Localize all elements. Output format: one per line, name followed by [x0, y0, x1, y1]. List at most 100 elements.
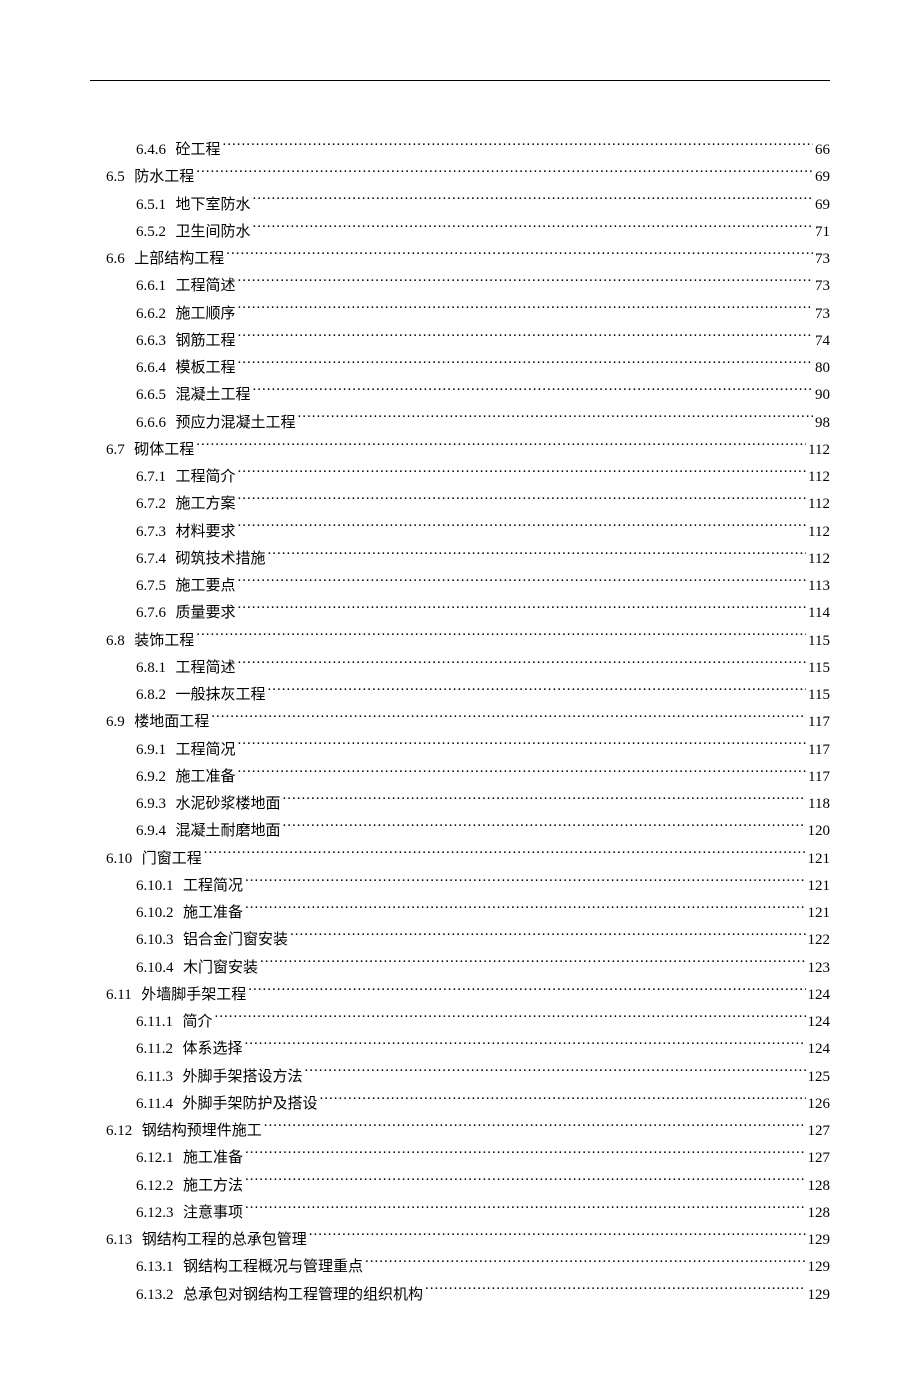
toc-leader — [253, 191, 813, 209]
toc-page-number: 74 — [815, 328, 830, 354]
toc-entry: 6.7 砌体工程112 — [90, 436, 830, 463]
toc-page-number: 117 — [808, 709, 830, 735]
toc-leader — [238, 518, 807, 536]
toc-number: 6.11 — [106, 982, 132, 1008]
toc-page-number: 115 — [808, 655, 830, 681]
toc-title: 体系选择 — [182, 1036, 242, 1062]
toc-entry: 6.13.2 总承包对钢结构工程管理的组织机构129 — [90, 1281, 830, 1308]
toc-title: 施工要点 — [176, 573, 236, 599]
toc-title: 钢结构工程概况与管理重点 — [183, 1254, 363, 1280]
toc-leader — [245, 1199, 805, 1217]
toc-title: 施工准备 — [176, 764, 236, 790]
toc-page-number: 114 — [808, 600, 830, 626]
toc-number: 6.10.1 — [136, 873, 174, 899]
toc-entry: 6.13 钢结构工程的总承包管理129 — [90, 1226, 830, 1253]
toc-number: 6.13.2 — [136, 1282, 174, 1308]
toc-entry: 6.12.1 施工准备127 — [90, 1144, 830, 1171]
toc-entry: 6.6.5 混凝土工程90 — [90, 381, 830, 408]
toc-page-number: 71 — [815, 219, 830, 245]
toc-title: 工程简述 — [176, 655, 236, 681]
toc-page-number: 125 — [808, 1064, 831, 1090]
toc-title: 防水工程 — [134, 164, 194, 190]
toc-title: 混凝土工程 — [176, 382, 251, 408]
toc-leader — [245, 1172, 805, 1190]
toc-entry: 6.7.2 施工方案112 — [90, 490, 830, 517]
toc-page-number: 121 — [808, 900, 831, 926]
toc-leader — [264, 1117, 806, 1135]
toc-number: 6.8.2 — [136, 682, 166, 708]
toc-leader — [253, 218, 813, 236]
toc-entry: 6.10.2 施工准备121 — [90, 899, 830, 926]
toc-title: 混凝土耐磨地面 — [176, 818, 281, 844]
toc-entry: 6.9.1 工程简况117 — [90, 736, 830, 763]
toc-page-number: 112 — [808, 437, 830, 463]
toc-title: 施工准备 — [183, 900, 243, 926]
toc-entry: 6.6.4 模板工程80 — [90, 354, 830, 381]
toc-leader — [245, 1144, 805, 1162]
toc-number: 6.7.1 — [136, 464, 166, 490]
toc-leader — [248, 981, 805, 999]
toc-page-number: 69 — [815, 192, 830, 218]
toc-page-number: 128 — [808, 1200, 831, 1226]
toc-leader — [425, 1281, 805, 1299]
toc-leader — [238, 654, 807, 672]
toc-page-number: 124 — [808, 1036, 831, 1062]
toc-page-number: 112 — [808, 546, 830, 572]
toc-page-number: 124 — [808, 1009, 831, 1035]
toc-leader — [365, 1253, 805, 1271]
toc-entry: 6.12 钢结构预埋件施工127 — [90, 1117, 830, 1144]
document-page: 6.4.6 砼工程666.5 防水工程696.5.1 地下室防水696.5.2 … — [0, 0, 920, 1388]
toc-leader — [245, 899, 805, 917]
toc-page-number: 124 — [808, 982, 831, 1008]
toc-title: 外脚手架搭设方法 — [182, 1064, 302, 1090]
toc-page-number: 127 — [808, 1118, 831, 1144]
toc-title: 水泥砂浆楼地面 — [176, 791, 281, 817]
toc-number: 6.7.5 — [136, 573, 166, 599]
toc-title: 模板工程 — [176, 355, 236, 381]
toc-number: 6.11.1 — [136, 1009, 173, 1035]
toc-title: 钢筋工程 — [176, 328, 236, 354]
toc-page-number: 129 — [808, 1254, 831, 1280]
toc-leader — [319, 1090, 805, 1108]
toc-title: 外墙脚手架工程 — [141, 982, 246, 1008]
toc-page-number: 73 — [815, 273, 830, 299]
toc-title: 钢结构工程的总承包管理 — [142, 1227, 307, 1253]
toc-page-number: 121 — [808, 846, 831, 872]
toc-entry: 6.12.2 施工方法128 — [90, 1172, 830, 1199]
toc-number: 6.8 — [106, 628, 125, 654]
toc-title: 质量要求 — [176, 600, 236, 626]
toc-entry: 6.7.4 砌筑技术措施112 — [90, 545, 830, 572]
toc-title: 楼地面工程 — [134, 709, 209, 735]
toc-leader — [223, 136, 813, 154]
toc-title: 地下室防水 — [176, 192, 251, 218]
toc-number: 6.5.2 — [136, 219, 166, 245]
toc-number: 6.5.1 — [136, 192, 166, 218]
toc-number: 6.10.3 — [136, 927, 174, 953]
toc-leader — [244, 1035, 805, 1053]
toc-page-number: 73 — [815, 246, 830, 272]
toc-number: 6.9.2 — [136, 764, 166, 790]
toc-title: 预应力混凝土工程 — [176, 410, 296, 436]
toc-number: 6.8.1 — [136, 655, 166, 681]
toc-leader — [245, 872, 805, 890]
toc-number: 6.11.4 — [136, 1091, 173, 1117]
toc-entry: 6.10.4 木门窗安装123 — [90, 954, 830, 981]
toc-number: 6.6 — [106, 246, 125, 272]
toc-number: 6.6.1 — [136, 273, 166, 299]
toc-entry: 6.6 上部结构工程73 — [90, 245, 830, 272]
toc-page-number: 113 — [808, 573, 830, 599]
toc-title: 门窗工程 — [142, 846, 202, 872]
toc-entry: 6.8 装饰工程115 — [90, 627, 830, 654]
toc-leader — [309, 1226, 806, 1244]
toc-title: 装饰工程 — [134, 628, 194, 654]
toc-entry: 6.9.2 施工准备 117 — [90, 763, 830, 790]
toc-leader — [298, 409, 813, 427]
toc-page-number: 117 — [808, 764, 830, 790]
toc-leader — [214, 1008, 805, 1026]
toc-entry: 6.8.2 一般抹灰工程115 — [90, 681, 830, 708]
toc-entry: 6.7.6 质量要求114 — [90, 599, 830, 626]
toc-leader — [260, 954, 805, 972]
toc-number: 6.9.4 — [136, 818, 166, 844]
toc-leader — [211, 708, 806, 726]
toc-entry: 6.4.6 砼工程66 — [90, 136, 830, 163]
